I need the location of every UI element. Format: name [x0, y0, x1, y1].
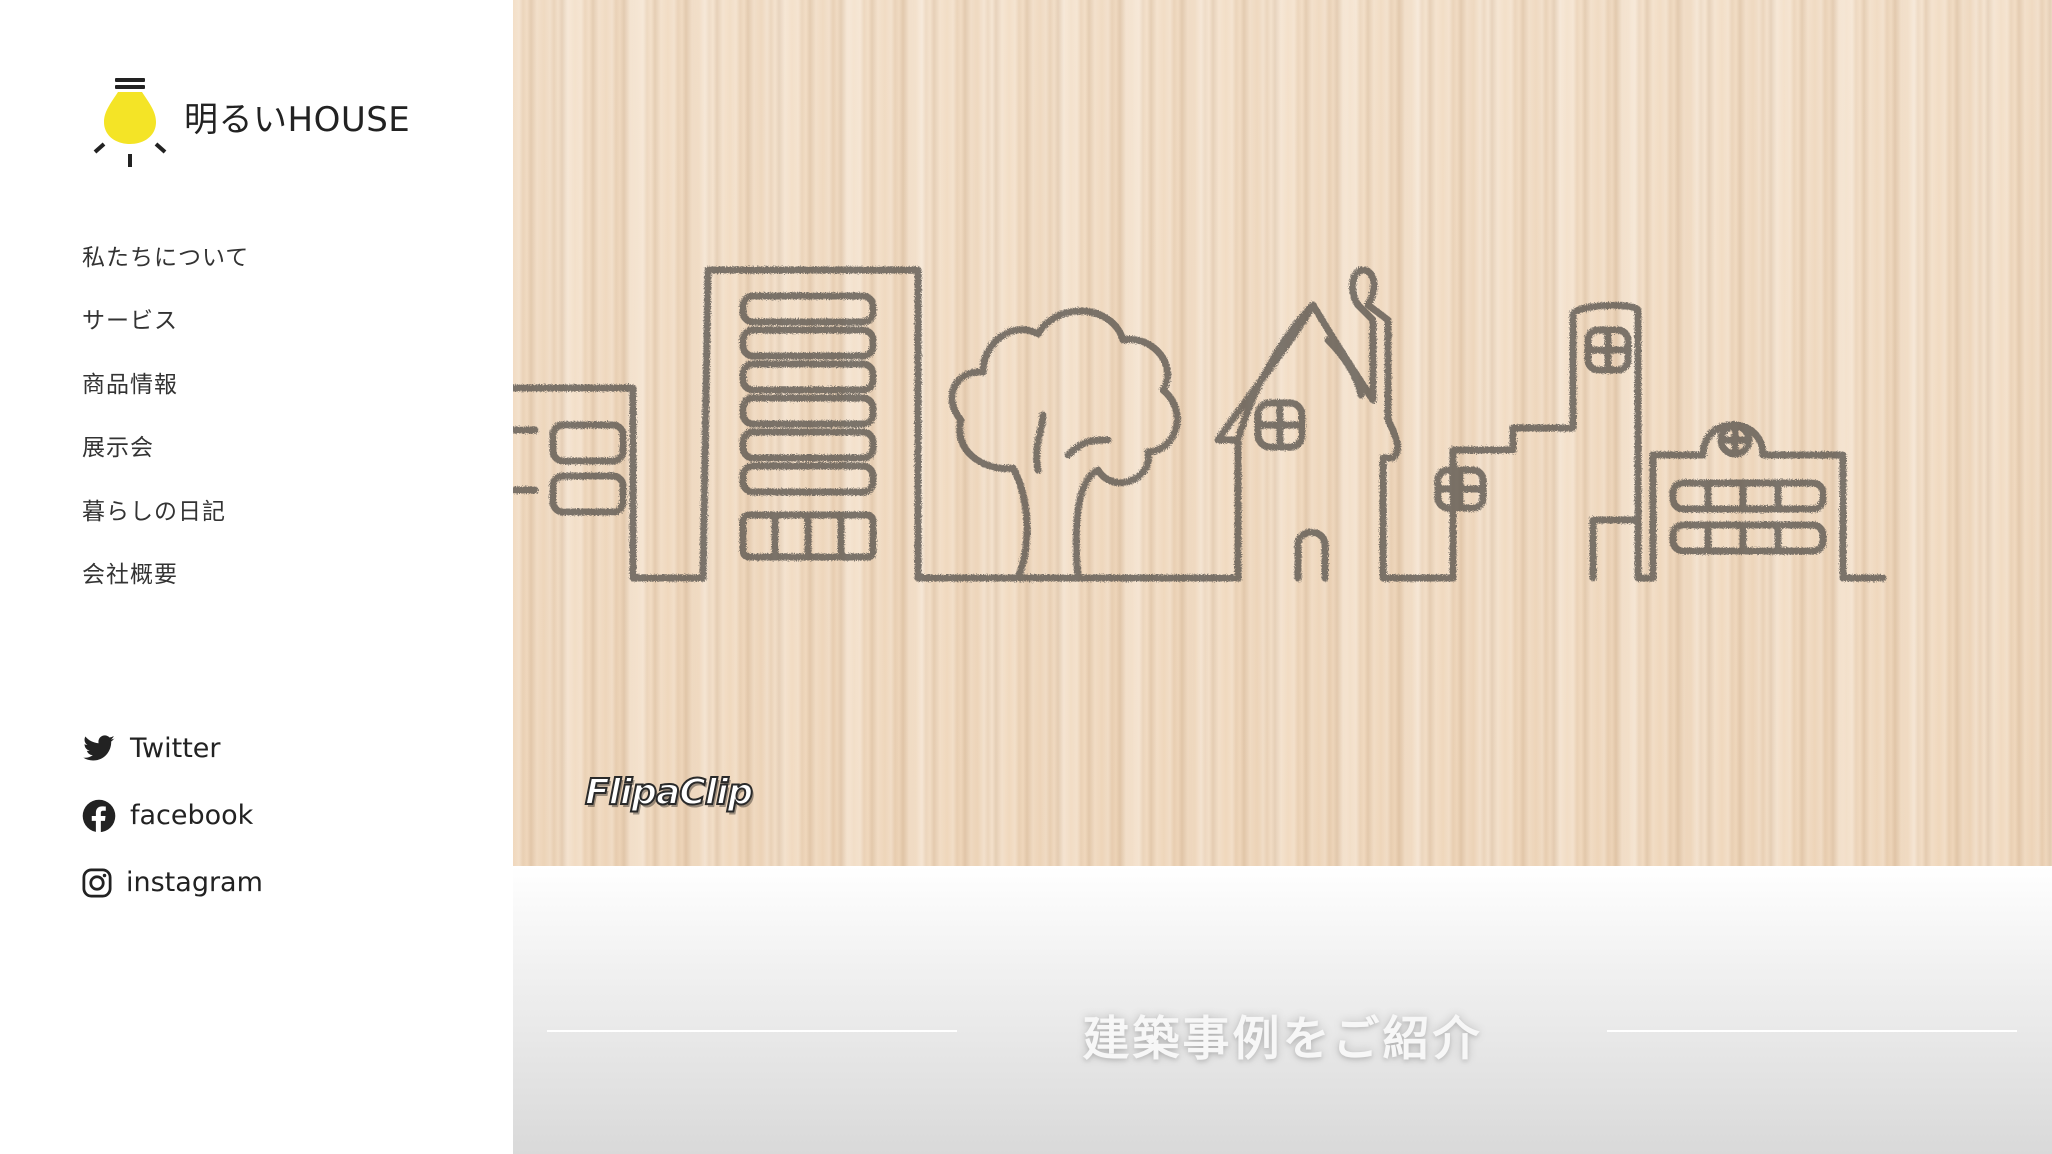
social-links: Twitter facebook instagram: [82, 715, 263, 916]
section-title: 建築事例をご紹介: [1082, 1012, 1483, 1067]
town-sketch-illustration: [513, 266, 1887, 582]
nav-item-service[interactable]: サービス: [82, 301, 249, 364]
instagram-icon: [82, 868, 112, 897]
brand-logo-link[interactable]: 明るいHOUSE: [90, 76, 410, 168]
nav-item-about[interactable]: 私たちについて: [82, 238, 249, 301]
lightbulb-icon: [93, 78, 167, 167]
social-label-twitter: Twitter: [130, 733, 221, 764]
nav-item-exhibition[interactable]: 展示会: [82, 428, 249, 491]
brand-name: 明るいHOUSE: [184, 99, 411, 140]
case-study-section: 建築事例をご紹介: [513, 866, 2052, 1154]
social-link-twitter[interactable]: Twitter: [82, 715, 263, 782]
social-label-instagram: instagram: [126, 867, 263, 898]
nav-item-products[interactable]: 商品情報: [82, 365, 249, 428]
main-nav: 私たちについて サービス 商品情報 展示会 暮らしの日記 会社概要: [82, 238, 249, 618]
twitter-icon: [83, 734, 115, 760]
social-link-facebook[interactable]: facebook: [82, 782, 263, 849]
social-label-facebook: facebook: [130, 800, 254, 831]
flipaclip-watermark: FlipaClip: [584, 771, 754, 814]
sidebar: 明るいHOUSE 私たちについて サービス 商品情報 展示会 暮らしの日記 会社…: [0, 0, 513, 1154]
nav-item-company[interactable]: 会社概要: [82, 555, 249, 618]
section-divider-right: [1607, 1030, 2017, 1032]
main-content: FlipaClip 建築事例をご紹介: [513, 0, 2052, 1154]
facebook-icon: [82, 799, 116, 833]
hero-banner: FlipaClip: [513, 0, 2052, 866]
social-link-instagram[interactable]: instagram: [82, 849, 263, 916]
page: 明るいHOUSE 私たちについて サービス 商品情報 展示会 暮らしの日記 会社…: [0, 0, 2052, 1154]
nav-item-diary[interactable]: 暮らしの日記: [82, 492, 249, 555]
